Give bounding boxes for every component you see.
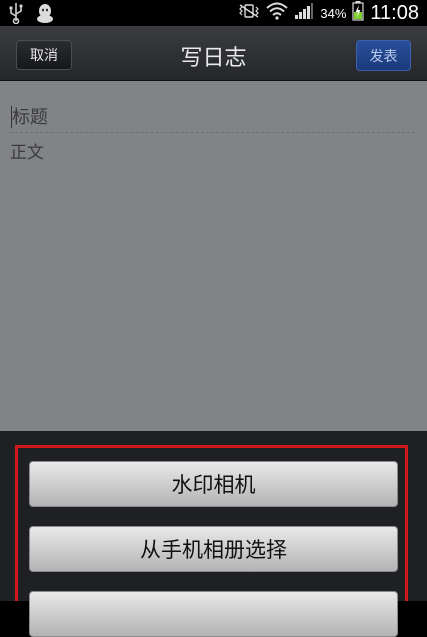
title-input[interactable]: 标题 (10, 103, 415, 133)
clock: 11:08 (370, 1, 419, 24)
title-bar: 取消 写日志 发表 (0, 26, 427, 81)
wifi-icon (266, 2, 289, 25)
status-bar: 34% 11:08 (0, 0, 427, 26)
status-bar-right: 34% 11:08 (238, 0, 419, 26)
qq-penguin-icon (34, 2, 56, 28)
usb-icon (8, 2, 24, 28)
editor-area: 标题 正文 (0, 81, 427, 431)
watermark-camera-button[interactable]: 水印相机 (29, 461, 398, 507)
signal-icon (294, 2, 314, 25)
choose-from-album-button[interactable]: 从手机相册选择 (29, 526, 398, 572)
status-bar-left (8, 2, 56, 28)
battery-percent: 34% (320, 5, 347, 21)
battery-charging-icon (352, 0, 365, 26)
text-cursor (11, 106, 12, 128)
vibrate-icon (238, 3, 260, 24)
third-option-button[interactable] (29, 591, 398, 637)
publish-button[interactable]: 发表 (356, 40, 411, 71)
body-input[interactable]: 正文 (10, 138, 44, 163)
